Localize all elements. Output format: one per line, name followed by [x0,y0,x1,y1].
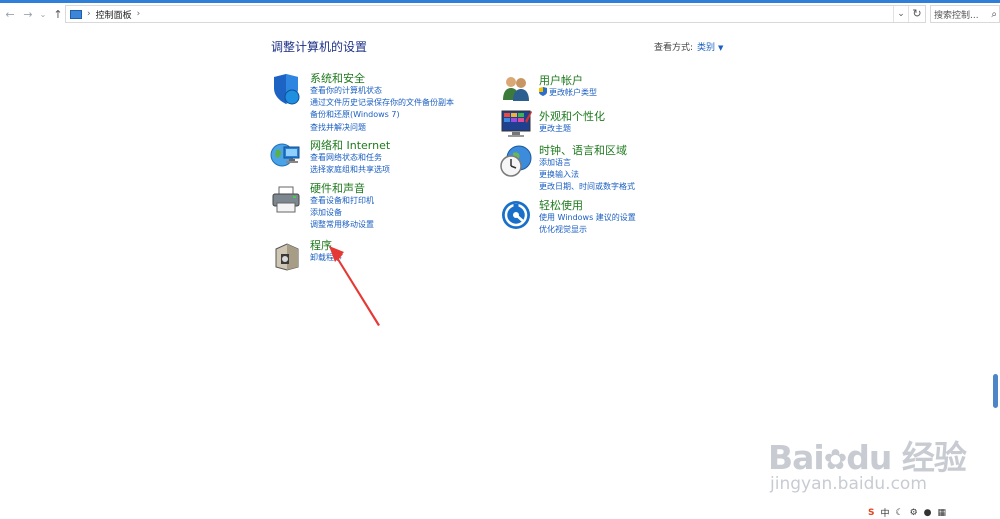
paw-icon: ✿ [823,443,847,476]
watermark-cn: 经验 [901,438,967,477]
watermark-brand: Bai [768,438,825,477]
tray-moon-icon[interactable]: ☾ [896,508,904,518]
tray-settings-icon[interactable]: ⚙ [910,508,918,518]
ime-language[interactable]: 中 [880,506,889,519]
scrollbar-thumb[interactable] [993,374,998,408]
baidu-watermark: Bai✿du 经验 [768,431,967,479]
watermark-url: jingyan.baidu.com [770,474,927,494]
tray-keyboard-icon[interactable]: ▦ [938,508,947,518]
watermark-brand-2: du [846,438,892,477]
system-tray: S 中 ☾ ⚙ ● ▦ [868,506,1000,519]
tray-mic-icon[interactable]: ● [924,508,932,518]
ime-s-icon[interactable]: S [868,508,874,518]
